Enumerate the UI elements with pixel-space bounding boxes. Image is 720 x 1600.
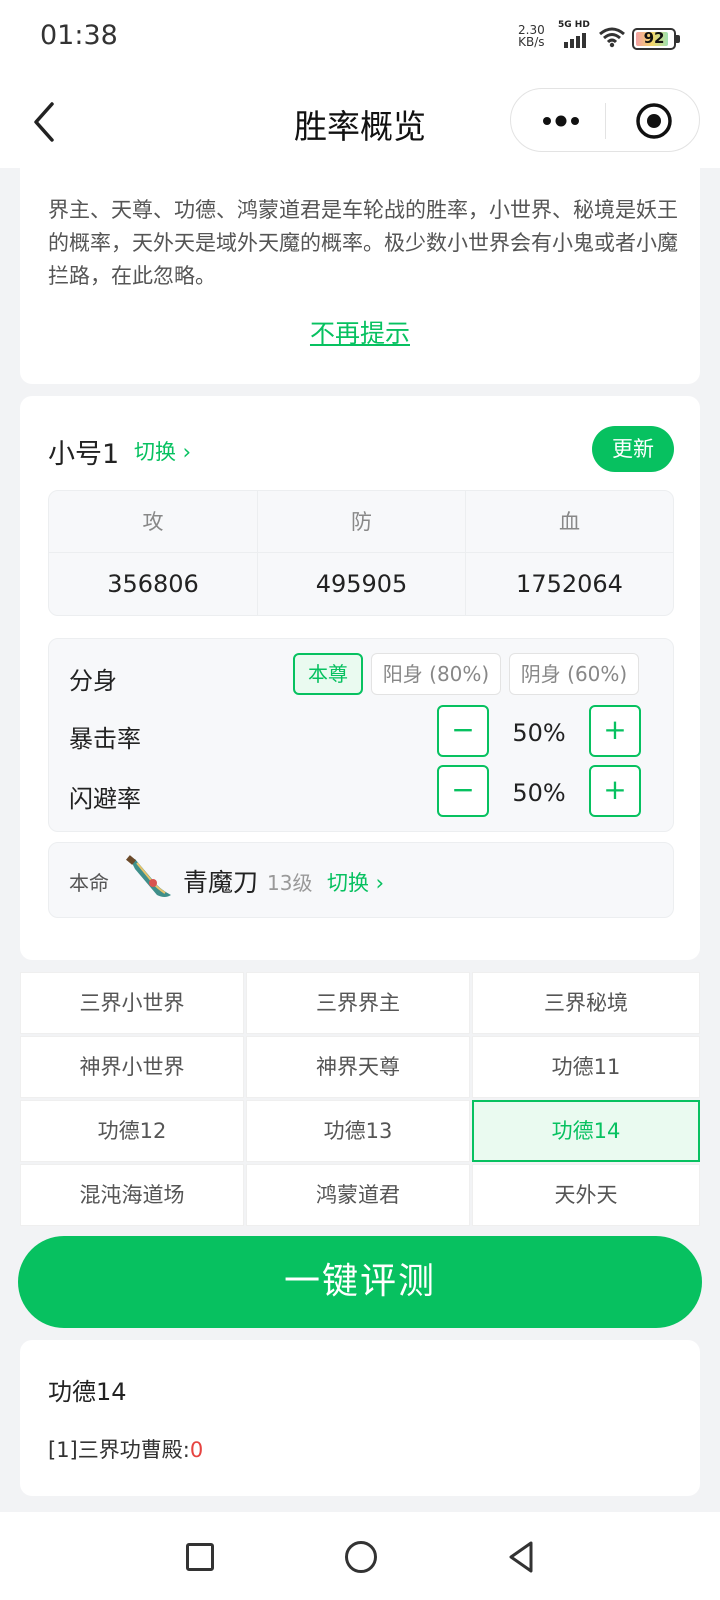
more-dots-icon[interactable] [537,103,585,139]
signal-icon: 5G HD [558,20,594,50]
weapon-switch-link[interactable]: 切换 › [327,867,384,897]
dodge-decrease-button[interactable]: − [437,765,489,817]
crit-value: 50% [512,719,566,747]
category-cell[interactable]: 功德12 [20,1100,244,1162]
stat-value: 356806 [107,570,199,598]
weapon-name: 青魔刀 [183,868,259,897]
stat-label: 攻 [49,491,257,553]
result-line-value: 0 [189,1438,204,1462]
account-switch-link[interactable]: 切换 › [134,436,191,466]
category-grid: 三界小世界 三界界主 三界秘境 神界小世界 神界天尊 功德11 功德12 功德1… [20,972,700,1226]
wifi-icon [599,27,625,48]
category-cell[interactable]: 神界小世界 [20,1036,244,1098]
result-card: 功德14 [1]三界功曹殿:0 [20,1340,700,1496]
notice-text: 界主、天尊、功德、鸿蒙道君是车轮战的胜率，小世界、秘境是妖王的概率，天外天是域外… [48,198,678,288]
category-cell[interactable]: 功德13 [246,1100,470,1162]
network-speed: 2.30 KB/s [518,24,545,48]
stat-defense: 防 495905 [257,491,465,615]
saber-icon [126,855,171,897]
triangle-back-icon[interactable] [506,1540,536,1574]
category-cell[interactable]: 三界秘境 [472,972,700,1034]
stat-hp: 血 1752064 [465,491,673,615]
stats-table: 攻 356806 防 495905 血 1752064 [48,490,674,616]
result-line: [1]三界功曹殿:0 [48,1434,203,1464]
category-cell[interactable]: 神界天尊 [246,1036,470,1098]
status-bar: 01:38 2.30 KB/s 5G HD 92 [0,0,720,78]
category-cell[interactable]: 三界小世界 [20,972,244,1034]
stat-value: 495905 [315,570,408,598]
status-time: 01:38 [40,20,118,51]
capsule-divider [605,103,606,139]
category-cell[interactable]: 功德11 [472,1036,700,1098]
notice-card: 界主、天尊、功德、鸿蒙道君是车轮战的胜率，小世界、秘境是妖王的概率，天外天是域外… [20,168,700,384]
account-name: 小号1 [48,439,120,470]
stat-label: 防 [258,491,465,553]
weapon-row: 本命 青魔刀 13级 切换 › [48,842,674,918]
battery-level: 92 [643,29,665,47]
evaluate-button[interactable]: 一键评测 [18,1236,702,1328]
crit-increase-button[interactable]: + [589,705,641,757]
weapon-label: 本命 [69,871,109,895]
category-cell[interactable]: 天外天 [472,1164,700,1226]
category-cell[interactable]: 混沌海道场 [20,1164,244,1226]
battery-icon: 92 [632,28,680,50]
stat-attack: 攻 356806 [49,491,257,615]
weapon-level: 13级 [267,871,313,895]
account-card: 小号1 切换 › 更新 攻 356806 防 495905 血 1752064 … [20,396,700,960]
target-icon[interactable] [635,102,673,140]
category-cell[interactable]: 鸿蒙道君 [246,1164,470,1226]
stat-value: 1752064 [516,570,623,598]
network-speed-unit: KB/s [518,35,545,49]
system-nav-bar [0,1512,720,1600]
dodge-label: 闪避率 [69,785,141,813]
clone-option-main[interactable]: 本尊 [293,653,363,695]
square-icon[interactable] [186,1543,214,1571]
menu-capsule [510,88,700,152]
result-line-label: [1]三界功曹殿: [48,1438,190,1462]
settings-panel: 分身 本尊 阳身 (80%) 阴身 (60%) 暴击率 − 50% + 闪避率 … [48,638,674,832]
category-cell[interactable]: 三界界主 [246,972,470,1034]
clone-option-yin[interactable]: 阴身 (60%) [509,653,639,695]
result-title: 功德14 [48,1378,127,1406]
circle-icon[interactable] [345,1541,377,1573]
category-cell-selected[interactable]: 功德14 [472,1100,700,1162]
crit-label: 暴击率 [69,725,141,753]
dismiss-link[interactable]: 不再提示 [20,314,700,350]
update-button[interactable]: 更新 [592,426,674,472]
clone-option-yang[interactable]: 阳身 (80%) [371,653,501,695]
nav-bar: 胜率概览 [0,78,720,168]
clone-label: 分身 [69,667,117,695]
dodge-value: 50% [512,779,566,807]
stat-label: 血 [466,491,673,553]
dodge-increase-button[interactable]: + [589,765,641,817]
crit-decrease-button[interactable]: − [437,705,489,757]
